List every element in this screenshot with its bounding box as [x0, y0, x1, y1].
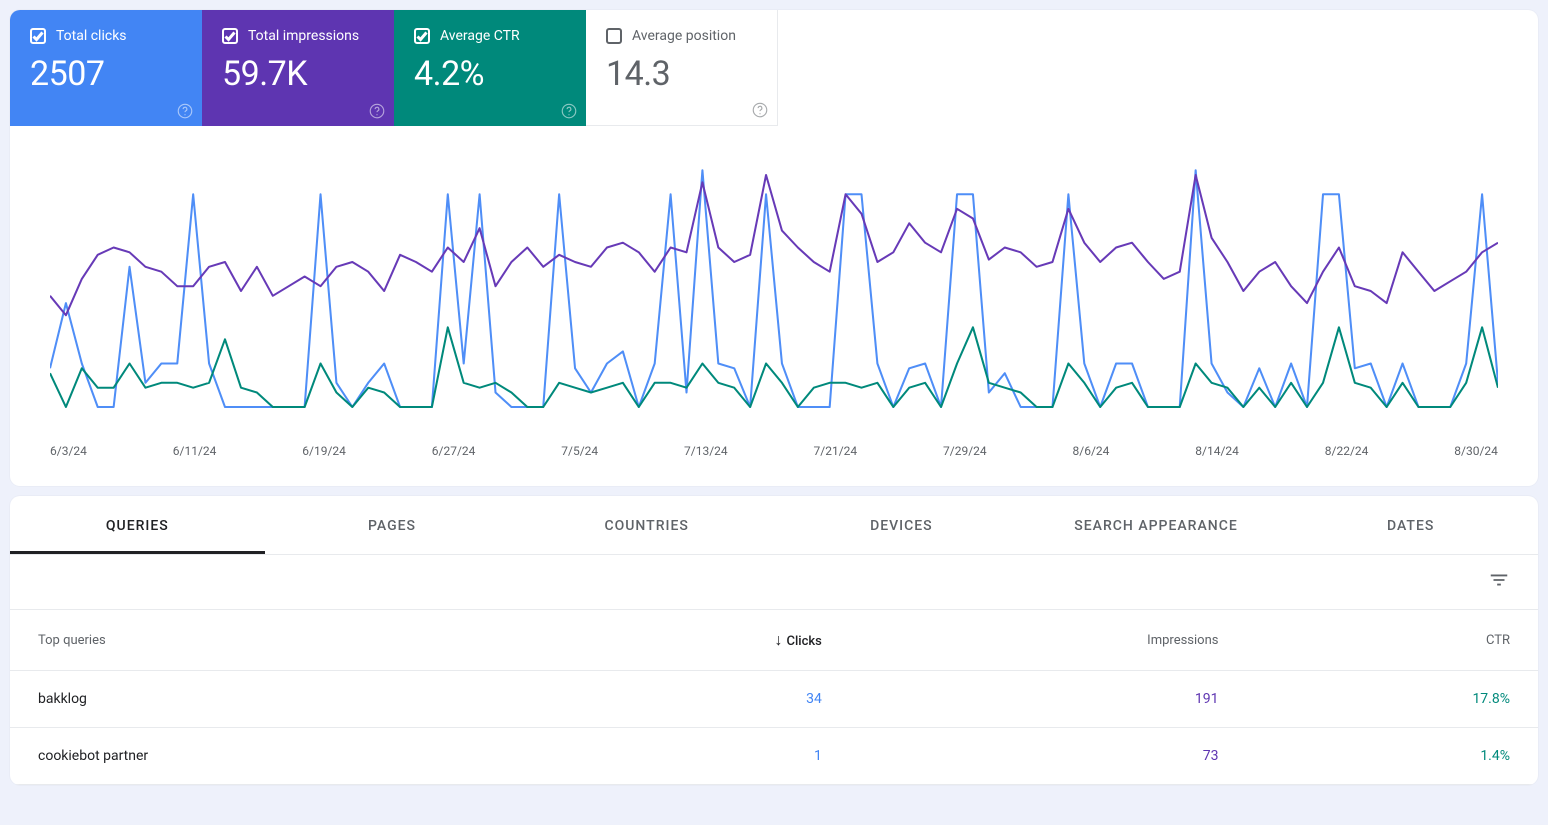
x-tick: 6/3/24: [50, 444, 87, 458]
tab-queries[interactable]: QUERIES: [10, 496, 265, 554]
metric-label: Average position: [632, 28, 736, 44]
cell-query: bakklog: [10, 671, 528, 728]
x-tick: 6/27/24: [432, 444, 476, 458]
col-impressions[interactable]: Impressions: [850, 610, 1247, 671]
tab-countries[interactable]: COUNTRIES: [519, 496, 774, 554]
queries-card: QUERIESPAGESCOUNTRIESDEVICESSEARCH APPEA…: [10, 496, 1538, 785]
tab-dates[interactable]: DATES: [1283, 496, 1538, 554]
metric-label: Total impressions: [248, 28, 359, 44]
metric-value: 14.3: [606, 54, 757, 94]
filter-bar: [10, 555, 1538, 610]
checkbox-icon: [606, 28, 622, 44]
cell-query: cookiebot partner: [10, 728, 528, 785]
tab-devices[interactable]: DEVICES: [774, 496, 1029, 554]
query-table: Top queries ↓ Clicks ImpressionsCTR bakklog…: [10, 610, 1538, 785]
table-row[interactable]: cookiebot partner1731.4%: [10, 728, 1538, 785]
tab-pages[interactable]: PAGES: [265, 496, 520, 554]
checkbox-icon: [222, 28, 238, 44]
metric-value: 59.7K: [222, 54, 374, 94]
line-chart: [50, 146, 1498, 436]
cell-ctr: 1.4%: [1246, 728, 1538, 785]
cell-impressions: 73: [850, 728, 1247, 785]
help-icon[interactable]: [560, 102, 578, 120]
checkbox-icon: [30, 28, 46, 44]
cell-clicks: 34: [528, 671, 850, 728]
x-axis-labels: 6/3/24 6/11/24 6/19/24 6/27/24 7/5/24 7/13/24…: [50, 436, 1498, 476]
help-icon[interactable]: [176, 102, 194, 120]
x-tick: 8/22/24: [1325, 444, 1369, 458]
help-icon[interactable]: [751, 101, 769, 119]
x-tick: 8/14/24: [1195, 444, 1239, 458]
x-tick: 6/19/24: [302, 444, 346, 458]
table-header: Top queries ↓ Clicks ImpressionsCTR: [10, 610, 1538, 671]
x-tick: 7/13/24: [684, 444, 728, 458]
x-tick: 7/21/24: [814, 444, 858, 458]
metric-tile-total-clicks[interactable]: Total clicks 2507: [10, 10, 202, 126]
metric-tile-average-position[interactable]: Average position 14.3: [586, 10, 778, 126]
series-ctr: [50, 327, 1498, 407]
cell-impressions: 191: [850, 671, 1247, 728]
metric-tiles: Total clicks 2507 Total impressions 59.7K Av…: [10, 10, 1538, 126]
col-top-queries[interactable]: Top queries: [10, 610, 528, 671]
x-tick: 8/30/24: [1454, 444, 1498, 458]
tab-bar: QUERIESPAGESCOUNTRIESDEVICESSEARCH APPEA…: [10, 496, 1538, 555]
col-clicks[interactable]: ↓ Clicks: [528, 610, 850, 671]
series-impressions: [50, 175, 1498, 315]
filter-icon[interactable]: [1488, 569, 1510, 595]
sort-arrow-icon: ↓: [774, 630, 782, 649]
table-body: bakklog3419117.8%cookiebot partner1731.4…: [10, 671, 1538, 785]
metric-tile-average-ctr[interactable]: Average CTR 4.2%: [394, 10, 586, 126]
x-tick: 8/6/24: [1073, 444, 1110, 458]
x-tick: 7/29/24: [943, 444, 987, 458]
metric-label: Total clicks: [56, 28, 127, 44]
tab-search-appearance[interactable]: SEARCH APPEARANCE: [1029, 496, 1284, 554]
help-icon[interactable]: [368, 102, 386, 120]
chart-area: 6/3/24 6/11/24 6/19/24 6/27/24 7/5/24 7/13/24…: [10, 126, 1538, 486]
metric-value: 4.2%: [414, 54, 566, 94]
x-tick: 7/5/24: [561, 444, 598, 458]
metric-label: Average CTR: [440, 28, 520, 44]
checkbox-icon: [414, 28, 430, 44]
col-label: Clicks: [786, 634, 821, 649]
metric-tile-total-impressions[interactable]: Total impressions 59.7K: [202, 10, 394, 126]
cell-clicks: 1: [528, 728, 850, 785]
x-tick: 6/11/24: [173, 444, 217, 458]
col-ctr[interactable]: CTR: [1246, 610, 1538, 671]
metric-value: 2507: [30, 54, 182, 94]
performance-card: Total clicks 2507 Total impressions 59.7K Av…: [10, 10, 1538, 486]
table-row[interactable]: bakklog3419117.8%: [10, 671, 1538, 728]
cell-ctr: 17.8%: [1246, 671, 1538, 728]
